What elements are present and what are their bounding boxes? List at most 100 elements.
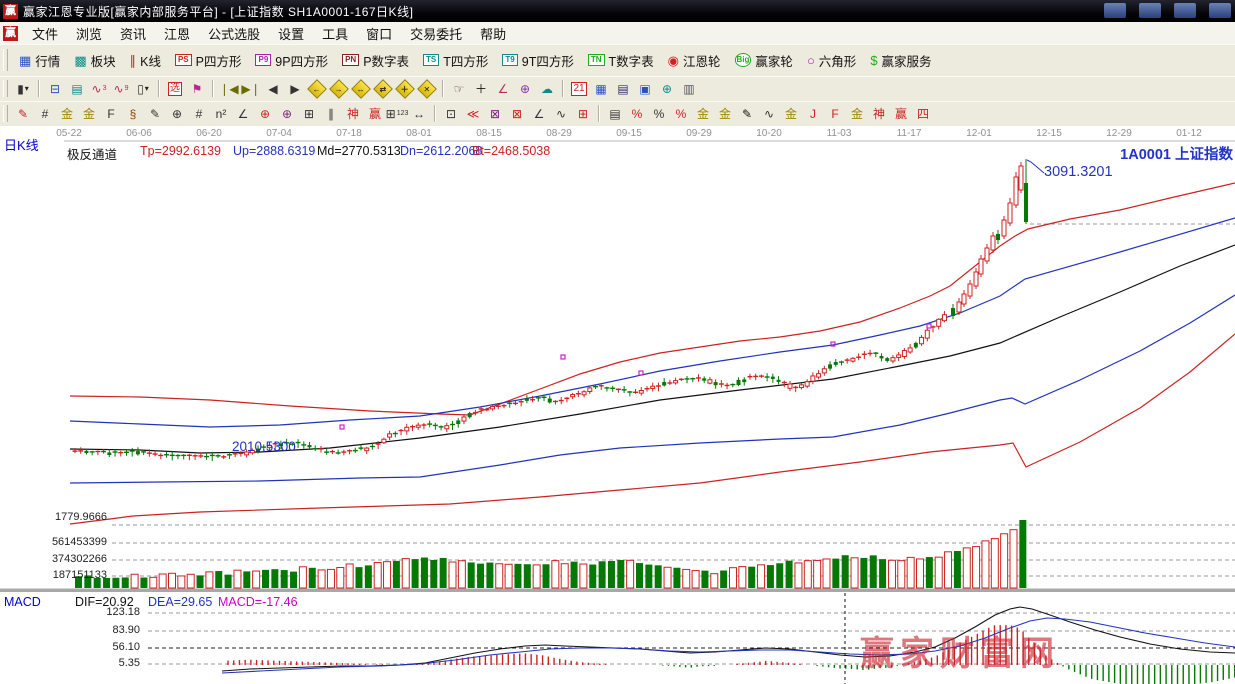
gann-circle-button[interactable]: ⊕ [166,104,188,123]
gold-line-button[interactable]: 金 [714,104,736,123]
gold-grid-1-button[interactable]: 金 [56,104,78,123]
p-number-table-button[interactable]: PNP数字表 [335,49,416,72]
percent-angle-button[interactable]: % [626,104,648,123]
prev-bar-button[interactable]: ◀ [262,79,284,98]
gold-grid-2-button[interactable]: 金 [78,104,100,123]
save-button[interactable]: ▣ [634,79,656,98]
menu-item-4[interactable]: 公式选股 [199,24,269,43]
crosshair-tool-button[interactable]: ＋ [470,79,492,98]
kline-button[interactable]: ∥K线 [123,49,168,72]
window-controls[interactable] [1104,3,1231,18]
gold-circle-button[interactable]: 金 [692,104,714,123]
winner-wheel-button[interactable]: Big赢家轮 [728,49,800,72]
winner-service-button[interactable]: $赢家服务 [863,49,938,72]
si-angle-button[interactable]: 四 [912,104,934,123]
wave-9-button[interactable]: ∿9 [110,79,132,98]
mirror-angle-button[interactable]: ∠ [232,104,254,123]
gann-compass-button[interactable]: ⊕ [514,79,536,98]
menu-item-3[interactable]: 江恩 [155,24,199,43]
hand-tool-button[interactable]: ☞ [448,79,470,98]
box-select-button[interactable]: ⊡ [440,104,462,123]
menu-item-5[interactable]: 设置 [269,24,313,43]
thought-cloud-button[interactable]: ☁ [536,79,558,98]
spider-grid-button[interactable]: ⊞ [298,104,320,123]
window-button-icon[interactable] [1139,3,1161,18]
menu-item-9[interactable]: 帮助 [471,24,515,43]
quotes-button[interactable]: ▦行情 [12,49,67,72]
menu-item-1[interactable]: 浏览 [67,24,111,43]
window-button-icon[interactable] [1209,3,1231,18]
compass-target-button[interactable]: ⊕ [254,104,276,123]
shade-box-button[interactable]: ⊠ [506,104,528,123]
pen-tool-button[interactable]: ✎ [144,104,166,123]
menu-item-0[interactable]: 文件 [23,24,67,43]
first-bar-button[interactable]: ❘◀ [218,79,240,98]
calculator-button[interactable]: ▦ [590,79,612,98]
web-circle-button[interactable]: ⊕ [276,104,298,123]
shen-grid-button[interactable]: 神 [342,104,364,123]
width-measure-button[interactable]: ↔ [408,104,430,123]
gann-wheel-button[interactable]: ◉江恩轮 [661,49,728,72]
percent-tool-button[interactable]: % [648,104,670,123]
9p-square-button[interactable]: P99P四方形 [248,49,335,72]
zoom-out-horizontal-button[interactable]: ↔ [351,79,371,99]
spiral-tool-button[interactable]: § [122,104,144,123]
9t-square-button[interactable]: T99T四方形 [495,49,580,72]
scale-ruler-button[interactable]: ▤ [604,104,626,123]
ying-grid-button[interactable]: 赢 [364,104,386,123]
percent-line-button[interactable]: % [670,104,692,123]
fan-lines-button[interactable]: ≪ [462,104,484,123]
info-panel-button[interactable]: ▤ [66,79,88,98]
trend-lines-button[interactable]: ∠ [528,104,550,123]
sectors-button[interactable]: ▩板块 [67,49,122,72]
hatch-lines-button[interactable]: # [34,104,56,123]
brush-tool-button[interactable]: ✎ [12,104,34,123]
ruler-123-button[interactable]: ⊞123 [386,104,408,123]
menu-item-6[interactable]: 工具 [313,24,357,43]
t-number-table-button[interactable]: TNT数字表 [581,49,661,72]
calendar-button[interactable]: 21 [568,79,590,98]
channel-wave-button[interactable]: ∿ [758,104,780,123]
zoom-in-horizontal-button[interactable]: ⇄ [373,79,393,99]
menu-item-7[interactable]: 窗口 [357,24,401,43]
web-share-button[interactable]: ⊕ [656,79,678,98]
polyline-tool-button[interactable]: ∿ [550,104,572,123]
next-bar-button[interactable]: ▶ [284,79,306,98]
toolbar-grip[interactable] [3,49,8,71]
shen-angle-button[interactable]: 神 [868,104,890,123]
toolbar-grip[interactable] [3,80,8,98]
gann-shape-button[interactable]: ⊟ [44,79,66,98]
menu-item-8[interactable]: 交易委托 [401,24,471,43]
ying-angle-button[interactable]: 赢 [890,104,912,123]
gold-angle-2-button[interactable]: 金 [846,104,868,123]
j-angle-button[interactable]: J [802,104,824,123]
last-bar-button[interactable]: ▶❘ [240,79,262,98]
candle-compare-dropdown-button[interactable]: ▯▾ [132,79,154,98]
color-ribbon-button[interactable]: ⚑ [186,79,208,98]
menu-item-2[interactable]: 资讯 [111,24,155,43]
fibo-lines-button[interactable]: F [100,104,122,123]
stock-picker-button[interactable]: 选 [164,79,186,98]
notebook-button[interactable]: ▤ [612,79,634,98]
p-square-button[interactable]: PSP四方形 [168,49,249,72]
f-angle-button[interactable]: F [824,104,846,123]
expand-all-button[interactable]: ＋ [395,79,415,99]
shift-right-button[interactable]: → [329,79,349,99]
pattern-box-button[interactable]: ⊠ [484,104,506,123]
t-square-button[interactable]: TST四方形 [416,49,495,72]
n-square-button[interactable]: n² [210,104,232,123]
double-bars-button[interactable]: ∥ [320,104,342,123]
gold-angle-button[interactable]: 金 [780,104,802,123]
hash-lines-2-button[interactable]: # [188,104,210,123]
compress-all-button[interactable]: ✕ [417,79,437,99]
angle-ruler-button[interactable]: ∠ [492,79,514,98]
window-button-icon[interactable] [1104,3,1126,18]
ink-pen-button[interactable]: ✎ [736,104,758,123]
toolbar-grip[interactable] [3,105,8,123]
chart-area[interactable]: 05-2206-0606-2007-0407-1808-0108-1508-29… [0,126,1235,684]
shift-left-button[interactable]: ← [307,79,327,99]
wave-3-button[interactable]: ∿3 [88,79,110,98]
window-button-icon[interactable] [1174,3,1196,18]
print-button[interactable]: ▥ [678,79,700,98]
red-grid-button[interactable]: ⊞ [572,104,594,123]
